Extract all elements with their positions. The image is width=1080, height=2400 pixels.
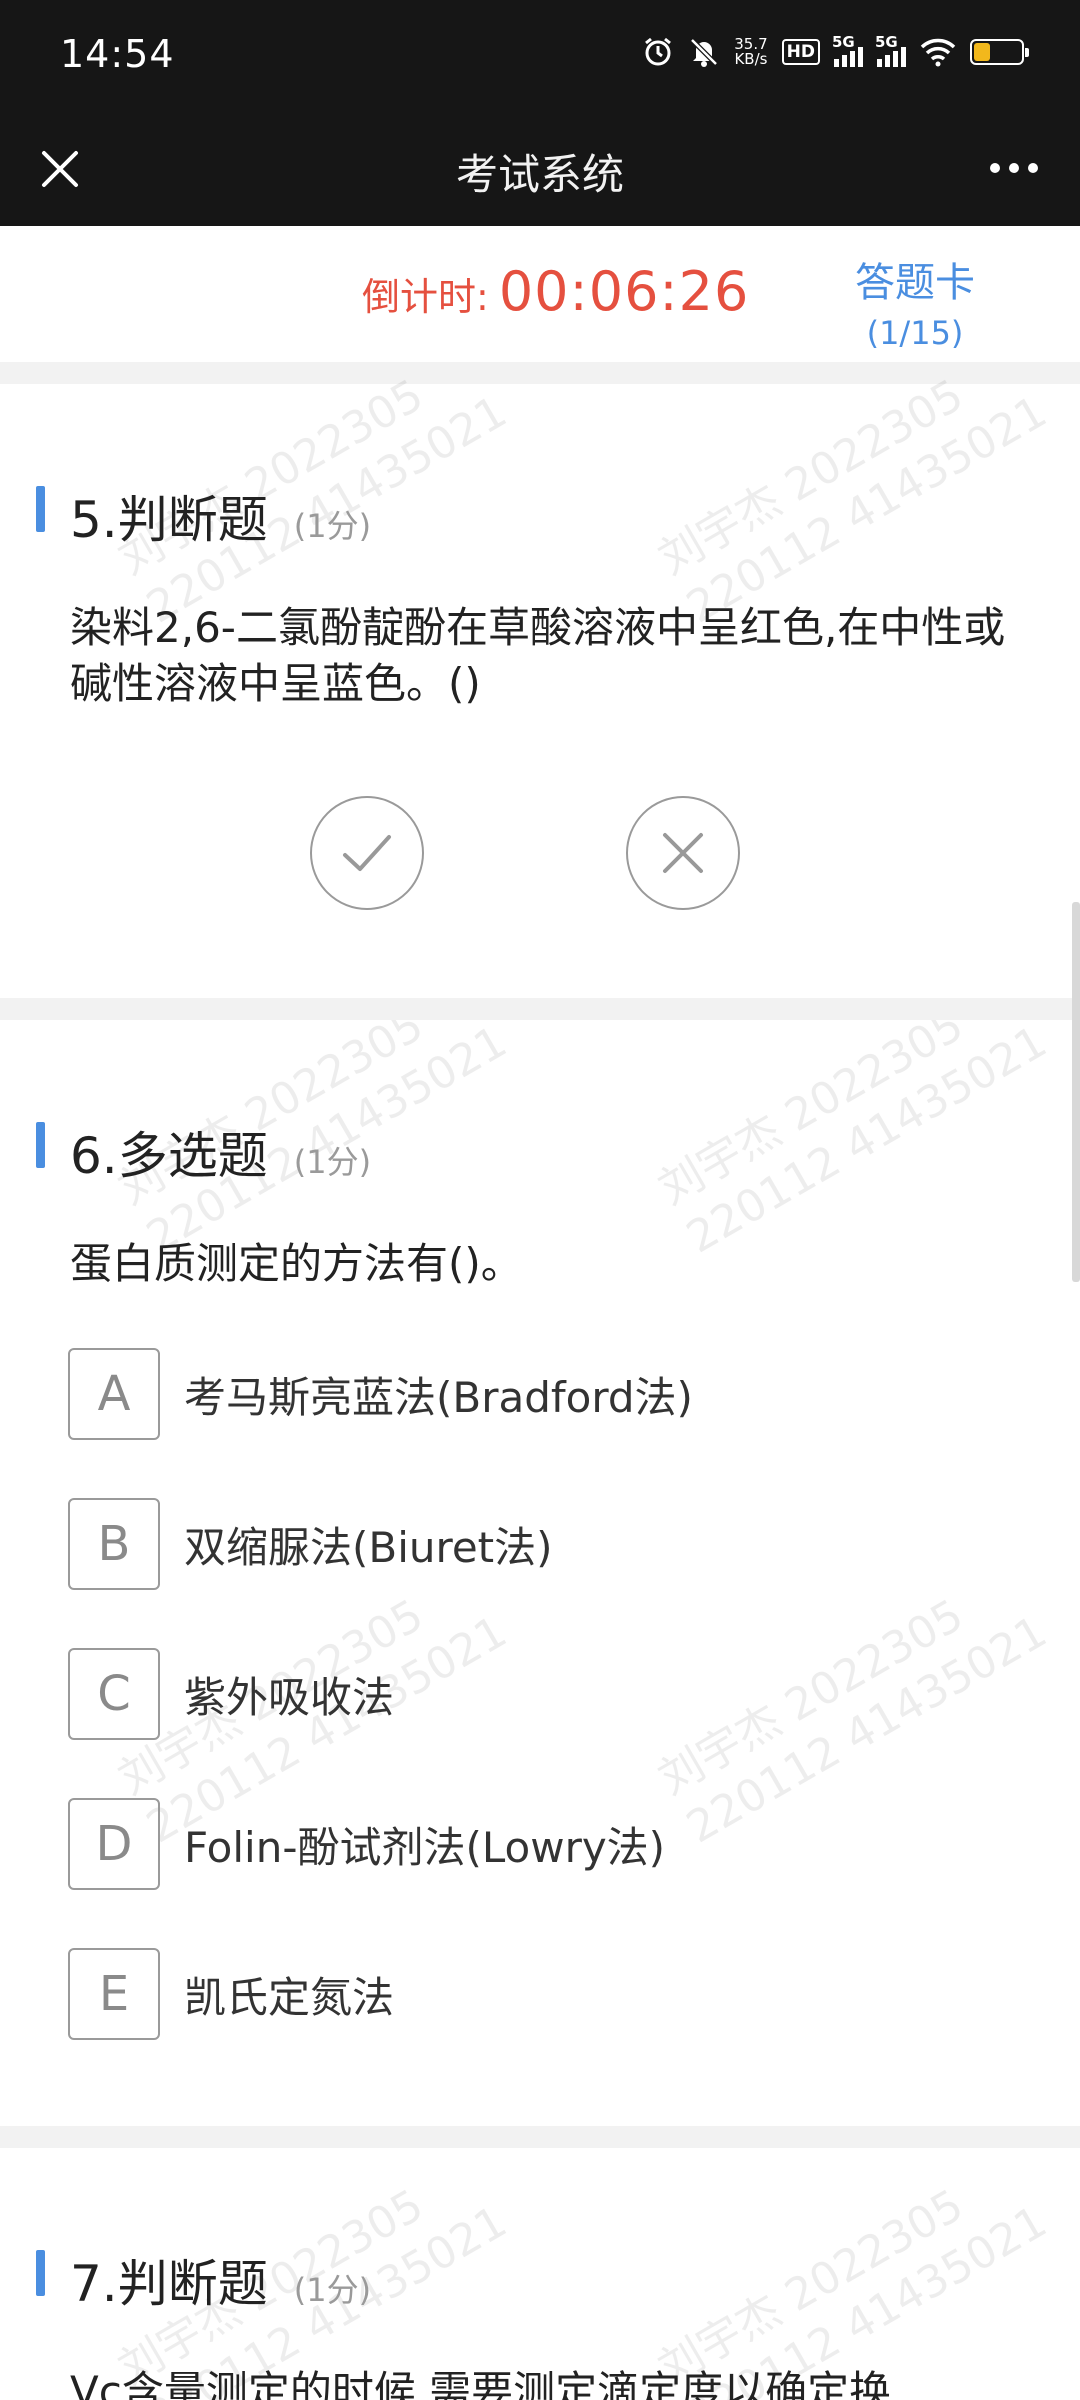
network-speed-unit: KB/s	[734, 50, 768, 68]
check-icon	[343, 835, 391, 871]
section-divider	[0, 362, 1080, 384]
cross-icon	[663, 833, 703, 873]
question-text: Vc含量测定的时候,需要测定滴定度以确定换	[70, 2367, 892, 2400]
option-d[interactable]: D Folin-酚试剂法(Lowry法)	[68, 1798, 665, 1890]
section-divider	[0, 998, 1080, 1020]
answer-card-label: 答题卡	[855, 260, 975, 306]
countdown-value: 00:06:26	[498, 260, 750, 323]
question-number-type: 6.多选题	[70, 1127, 268, 1185]
option-text: 凯氏定氮法	[184, 1972, 395, 2022]
question-number-type: 5.判断题	[70, 491, 268, 549]
true-answer-button[interactable]	[310, 796, 424, 910]
option-letter: E	[68, 1948, 160, 2040]
answer-card-progress: (1/15)	[866, 314, 964, 352]
scrollbar[interactable]	[1072, 902, 1080, 1282]
option-text: 考马斯亮蓝法(Bradford法)	[184, 1372, 693, 1422]
question-title: 7.判断题 (1分)	[70, 2244, 371, 2316]
wifi-icon	[920, 37, 956, 67]
more-options-button[interactable]	[982, 143, 1046, 193]
option-text: 紫外吸收法	[184, 1672, 395, 1722]
question-title: 6.多选题 (1分)	[70, 1116, 371, 1188]
question-score: (1分)	[293, 2271, 372, 2309]
sim1-network-label: 5G	[832, 33, 855, 51]
section-divider	[0, 2126, 1080, 2148]
question-marker	[36, 2250, 45, 2296]
option-letter: D	[68, 1798, 160, 1890]
question-text: 染料2,6-二氯酚靛酚在草酸溶液中呈红色,在中性或碱性溶液中呈蓝色。()	[70, 603, 1006, 708]
countdown-label: 倒计时:	[362, 275, 489, 319]
countdown-timer: 倒计时: 00:06:26	[362, 260, 749, 323]
question-marker	[36, 486, 45, 532]
question-card: 6.多选题 (1分) 蛋白质测定的方法有()。 A 考马斯亮蓝法(Bradford…	[0, 1020, 1080, 2126]
status-bar: 14:54 35.7 KB/s HD 5G 5G	[0, 0, 1080, 113]
alarm-icon	[642, 36, 674, 68]
option-letter: A	[68, 1348, 160, 1440]
question-card: 7.判断题 (1分) Vc含量测定的时候,需要测定滴定度以确定换	[0, 2148, 1080, 2400]
option-e[interactable]: E 凯氏定氮法	[68, 1948, 394, 2040]
question-card: 5.判断题 (1分) 染料2,6-二氯酚靛酚在草酸溶液中呈红色,在中性或碱性溶液中…	[0, 384, 1080, 998]
network-speed: 35.7 KB/s	[734, 37, 767, 67]
page-title: 考试系统	[455, 150, 624, 199]
option-text: 双缩脲法(Biuret法)	[184, 1522, 553, 1572]
question-number-type: 7.判断题	[70, 2255, 268, 2313]
option-letter: B	[68, 1498, 160, 1590]
signal-icon-sim1: 5G	[832, 33, 863, 67]
signal-icon-sim2: 5G	[875, 33, 906, 67]
sim2-network-label: 5G	[875, 33, 898, 51]
question-score: (1分)	[293, 507, 372, 545]
question-text: 蛋白质测定的方法有()。	[70, 1239, 523, 1288]
status-icons: 35.7 KB/s HD 5G 5G	[642, 33, 1029, 68]
answer-card-button[interactable]: 答题卡 (1/15)	[820, 250, 1010, 352]
question-score: (1分)	[293, 1143, 372, 1181]
option-text: Folin-酚试剂法(Lowry法)	[184, 1822, 666, 1872]
false-answer-button[interactable]	[626, 796, 740, 910]
timer-bar: 倒计时: 00:06:26 答题卡 (1/15)	[0, 226, 1080, 362]
battery-icon	[970, 39, 1029, 65]
option-b[interactable]: B 双缩脲法(Biuret法)	[68, 1498, 553, 1590]
option-c[interactable]: C 紫外吸收法	[68, 1648, 394, 1740]
mute-icon	[688, 36, 720, 68]
more-dots-icon	[990, 163, 1000, 173]
option-a[interactable]: A 考马斯亮蓝法(Bradford法)	[68, 1348, 693, 1440]
app-header: 考试系统	[0, 113, 1080, 226]
status-time: 14:54	[60, 32, 175, 76]
question-title: 5.判断题 (1分)	[70, 480, 371, 552]
option-letter: C	[68, 1648, 160, 1740]
hd-voice-icon: HD	[781, 39, 820, 65]
question-marker	[36, 1122, 45, 1168]
